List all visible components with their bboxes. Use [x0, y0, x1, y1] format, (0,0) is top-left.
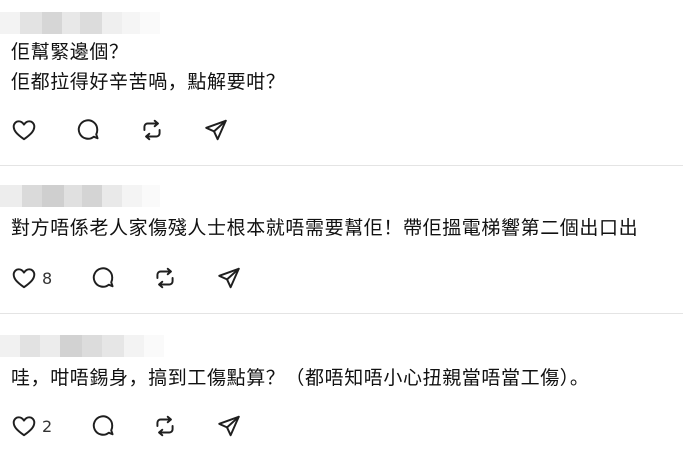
comment-button[interactable]: [90, 264, 116, 292]
repost-button[interactable]: [152, 264, 178, 292]
blurred-username: [0, 185, 160, 207]
share-icon: [218, 267, 240, 289]
repost-button[interactable]: [152, 412, 178, 440]
repost-icon: [156, 267, 174, 289]
post-actions: [11, 116, 267, 144]
share-button[interactable]: [216, 264, 242, 292]
post-text-line: 哇，咁唔錫身，搞到工傷點算？（都唔知唔小心扭親當唔當工傷）。: [11, 367, 590, 389]
heart-icon: [12, 268, 36, 289]
comment-icon: [77, 119, 99, 140]
blurred-username: [0, 335, 164, 357]
comment-button[interactable]: [90, 412, 116, 440]
post-text-line: 佢都拉得好辛苦喎，點解要咁？: [11, 71, 286, 93]
like-button[interactable]: 8: [11, 264, 52, 292]
comment-icon: [93, 267, 114, 288]
post-actions: 2: [11, 412, 280, 440]
repost-icon: [156, 415, 174, 437]
like-count: 8: [42, 268, 53, 288]
post-text-line: 對方唔係老人家傷殘人士根本就唔需要幫佢！帶佢搵電梯響第二個出口出: [11, 217, 639, 239]
like-button[interactable]: 2: [11, 412, 52, 440]
post-divider: [0, 313, 683, 314]
post-text-line: 佢幫緊邊個？: [11, 41, 129, 63]
blurred-username: [0, 12, 160, 34]
like-button[interactable]: [11, 116, 37, 144]
heart-icon: [12, 120, 36, 141]
share-icon: [218, 415, 240, 437]
like-count: 2: [42, 416, 53, 436]
repost-button[interactable]: [139, 116, 165, 144]
post-actions: 8: [11, 264, 280, 292]
repost-icon: [143, 119, 161, 141]
share-icon: [205, 119, 227, 141]
share-button[interactable]: [203, 116, 229, 144]
post-divider: [0, 165, 683, 166]
comment-button[interactable]: [75, 116, 101, 144]
share-button[interactable]: [216, 412, 242, 440]
heart-icon: [12, 416, 36, 437]
comment-icon: [93, 415, 114, 436]
